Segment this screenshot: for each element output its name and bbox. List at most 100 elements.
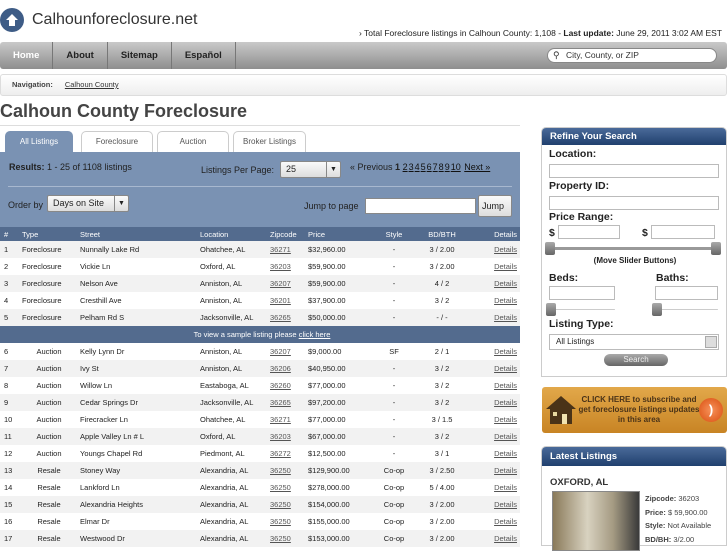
table-row[interactable]: 8 Auction Willow Ln Eastaboga, AL 36260 $77,0…: [0, 377, 520, 394]
tab-all-listings[interactable]: All Listings: [5, 131, 73, 153]
table-row[interactable]: 13 Resale Stoney Way Alexandria, AL 36250 $12…: [0, 462, 520, 479]
details-link[interactable]: Details: [494, 483, 517, 492]
page-link[interactable]: 4: [415, 162, 420, 172]
table-row[interactable]: 2 Foreclosure Vickie Ln Oxford, AL 36203 $59,…: [0, 258, 520, 275]
baths-slider-track[interactable]: [655, 309, 718, 310]
zipcode-link[interactable]: 36250: [270, 466, 291, 475]
beds-slider-handle[interactable]: [546, 303, 556, 316]
table-row[interactable]: 7 Auction Ivy St Anniston, AL 36206 $40,950.0…: [0, 360, 520, 377]
zipcode-link[interactable]: 36250: [270, 534, 291, 543]
logo-house-icon[interactable]: [0, 8, 24, 32]
price-slider-min-handle[interactable]: [545, 242, 555, 255]
beds-input[interactable]: [549, 286, 615, 300]
table-row[interactable]: 9 Auction Cedar Springs Dr Jacksonville, AL…: [0, 394, 520, 411]
subscribe-banner[interactable]: CLICK HERE to subscribe and get foreclos…: [542, 387, 727, 433]
details-link[interactable]: Details: [494, 364, 517, 373]
details-link[interactable]: Details: [494, 313, 517, 322]
price-min-input[interactable]: [558, 225, 620, 239]
zipcode-link[interactable]: 36272: [270, 449, 291, 458]
cell-price: $59,900.00: [304, 275, 374, 292]
sample-listing-link[interactable]: click here: [299, 330, 331, 339]
page-link[interactable]: 3: [409, 162, 414, 172]
details-link[interactable]: Details: [494, 279, 517, 288]
table-row[interactable]: 4 Foreclosure Cresthill Ave Anniston, AL 362…: [0, 292, 520, 309]
details-link[interactable]: Details: [494, 262, 517, 271]
details-link[interactable]: Details: [494, 381, 517, 390]
details-link[interactable]: Details: [494, 347, 517, 356]
tab-auction[interactable]: Auction: [157, 131, 229, 153]
zipcode-link[interactable]: 36265: [270, 398, 291, 407]
order-select[interactable]: Days on Site ▼: [47, 195, 129, 212]
beds-slider-track[interactable]: [549, 309, 615, 310]
tab-foreclosure[interactable]: Foreclosure: [81, 131, 153, 153]
details-link[interactable]: Details: [494, 500, 517, 509]
baths-input[interactable]: [655, 286, 718, 300]
page-link[interactable]: 8: [439, 162, 444, 172]
table-row[interactable]: 12 Auction Youngs Chapel Rd Piedmont, AL 362…: [0, 445, 520, 462]
zipcode-link[interactable]: 36201: [270, 296, 291, 305]
page-link[interactable]: 9: [445, 162, 450, 172]
zipcode-link[interactable]: 36207: [270, 347, 291, 356]
zipcode-link[interactable]: 36207: [270, 279, 291, 288]
zipcode-link[interactable]: 36265: [270, 313, 291, 322]
page-link[interactable]: 5: [421, 162, 426, 172]
table-row[interactable]: 15 Resale Alexandria Heights Alexandria, AL…: [0, 496, 520, 513]
cell-street: Lankford Ln: [80, 483, 120, 492]
nav-espanol[interactable]: Español: [172, 42, 236, 69]
details-link[interactable]: Details: [494, 432, 517, 441]
details-link[interactable]: Details: [494, 517, 517, 526]
details-link[interactable]: Details: [494, 245, 517, 254]
price-max-input[interactable]: [651, 225, 715, 239]
property-id-input[interactable]: [549, 196, 719, 210]
page-link[interactable]: 6: [427, 162, 432, 172]
details-link[interactable]: Details: [494, 466, 517, 475]
listing-photo[interactable]: [552, 491, 640, 551]
table-row[interactable]: 16 Resale Elmar Dr Alexandria, AL 36250 $155,…: [0, 513, 520, 530]
site-name[interactable]: Calhounforeclosure.net: [32, 11, 197, 29]
zipcode-link[interactable]: 36271: [270, 415, 291, 424]
details-link[interactable]: Details: [494, 398, 517, 407]
search-button[interactable]: Search: [604, 354, 668, 366]
page-link[interactable]: 10: [451, 162, 461, 172]
table-row[interactable]: 1 Foreclosure Nunnally Lake Rd Ohatchee, AL…: [0, 241, 520, 258]
zipcode-link[interactable]: 36203: [270, 262, 291, 271]
details-link[interactable]: Details: [494, 296, 517, 305]
page-link[interactable]: 7: [433, 162, 438, 172]
search-input[interactable]: ⚲ City, County, or ZIP: [547, 48, 717, 63]
zipcode-link[interactable]: 36271: [270, 245, 291, 254]
price-slider-track[interactable]: [549, 247, 719, 250]
zipcode-link[interactable]: 36250: [270, 483, 291, 492]
table-row[interactable]: 11 Auction Apple Valley Ln # L Oxford, AL 36…: [0, 428, 520, 445]
details-link[interactable]: Details: [494, 415, 517, 424]
zipcode-link[interactable]: 36206: [270, 364, 291, 373]
nav-sitemap[interactable]: Sitemap: [108, 42, 172, 69]
jump-input[interactable]: [365, 198, 476, 214]
table-row[interactable]: 17 Resale Westwood Dr Alexandria, AL 36250 $1…: [0, 530, 520, 547]
baths-slider-handle[interactable]: [652, 303, 662, 316]
table-row[interactable]: 3 Foreclosure Nelson Ave Anniston, AL 36207 $…: [0, 275, 520, 292]
nav-home[interactable]: Home: [0, 42, 54, 69]
zipcode-link[interactable]: 36260: [270, 381, 291, 390]
table-row[interactable]: 10 Auction Firecracker Ln Ohatchee, AL 36271…: [0, 411, 520, 428]
prev-page[interactable]: « Previous: [350, 162, 393, 172]
jump-button[interactable]: Jump: [478, 195, 512, 217]
tab-broker-listings[interactable]: Broker Listings: [233, 131, 306, 153]
breadcrumb-link[interactable]: Calhoun County: [65, 80, 119, 89]
details-link[interactable]: Details: [494, 449, 517, 458]
table-row[interactable]: 14 Resale Lankford Ln Alexandria, AL 36250 $2…: [0, 479, 520, 496]
price-slider-max-handle[interactable]: [711, 242, 721, 255]
latest-city[interactable]: OXFORD, AL: [550, 477, 608, 488]
table-row[interactable]: 6 Auction Kelly Lynn Dr Anniston, AL 36207 $9…: [0, 343, 520, 360]
location-input[interactable]: [549, 164, 719, 178]
page-link[interactable]: 2: [403, 162, 408, 172]
next-page[interactable]: Next »: [464, 162, 490, 172]
table-row[interactable]: 5 Foreclosure Pelham Rd S Jacksonville, AL 3…: [0, 309, 520, 326]
zipcode-link[interactable]: 36250: [270, 500, 291, 509]
zipcode-link[interactable]: 36250: [270, 517, 291, 526]
details-link[interactable]: Details: [494, 534, 517, 543]
listing-type-select[interactable]: All Listings: [549, 334, 719, 350]
order-label: Order by: [8, 200, 44, 210]
zipcode-link[interactable]: 36203: [270, 432, 291, 441]
per-page-select[interactable]: 25 ▼: [280, 161, 341, 178]
nav-about[interactable]: About: [53, 42, 108, 69]
